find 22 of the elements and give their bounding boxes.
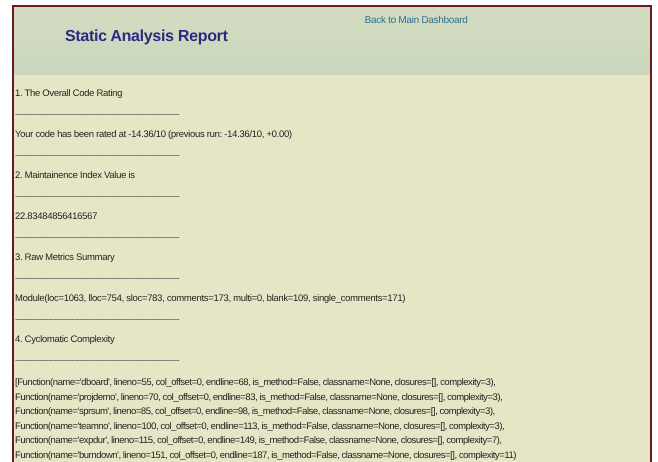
dashed-divider: ---------------------------------------------------------------- xyxy=(15,148,180,162)
function-entry: Function(name='expdur', lineno=115, col_offset=0, endline=149, is_method=False, classname=None, closures=[], complexity=7), xyxy=(15,434,502,448)
section-heading: 1. The Overall Code Rating xyxy=(15,87,122,101)
function-entry: Function(name='burndown', lineno=151, col_offset=0, endline=187, is_method=False, classname=None, closures=[], complexity=11) xyxy=(15,448,516,462)
dashed-divider: ---------------------------------------------------------------- xyxy=(15,354,180,368)
dashed-divider: ---------------------------------------------------------------- xyxy=(15,312,180,326)
report-title: Static Analysis Report xyxy=(65,28,228,46)
result-text: Your code has been rated at -14.36/10 (previous run: -14.36/10, +0.00) xyxy=(15,128,292,142)
function-entry: Function(name='projdemo', lineno=70, col_offset=0, endline=83, is_method=False, classname=None, closures=[], complexity=3), xyxy=(15,390,502,405)
dashed-divider: ---------------------------------------------------------------- xyxy=(15,230,180,244)
function-entry: [Function(name='dboard', lineno=55, col_offset=0, endline=68, is_method=False, classname=None, closures=[], complexity=3), xyxy=(15,376,496,390)
dashed-divider: ---------------------------------------------------------------- xyxy=(15,272,180,286)
section-heading: 3. Raw Metrics Summary xyxy=(15,251,115,265)
function-entry: Function(name='teamno', lineno=100, col_offset=0, endline=113, is_method=False, classname=None, closures=[], complexity=3), xyxy=(15,420,504,434)
result-text: Module(loc=1063, lloc=754, sloc=783, comments=173, multi=0, blank=109, single_comments=171) xyxy=(15,292,406,306)
dashed-divider: ---------------------------------------------------------------- xyxy=(15,108,180,122)
dashed-divider: ---------------------------------------------------------------- xyxy=(15,190,180,204)
section-heading: 4. Cyclomatic Complexity xyxy=(15,333,114,347)
function-entry: Function(name='sprsum', lineno=85, col_offset=0, endline=98, is_method=False, classname=None, closures=[], complexity=3), xyxy=(15,405,495,420)
section-heading: 2. Maintainence Index Value is xyxy=(15,169,135,183)
result-text: 22.83484856416567 xyxy=(15,210,98,224)
back-link[interactable]: Back to Main Dashboard xyxy=(364,15,468,26)
